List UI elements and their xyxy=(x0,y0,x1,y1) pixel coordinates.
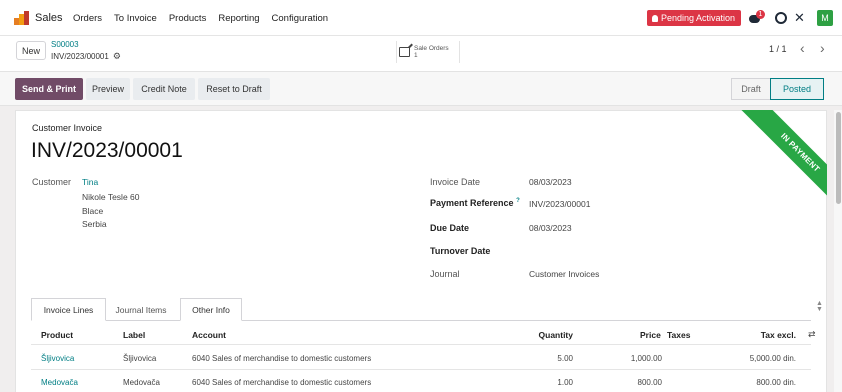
row2-account[interactable]: 6040 Sales of merchandise to domestic cu… xyxy=(192,378,371,387)
column-settings-icon[interactable]: ⇄ xyxy=(808,329,816,340)
menu-reporting[interactable]: Reporting xyxy=(218,13,259,24)
pager-next-icon[interactable]: › xyxy=(820,40,825,56)
customer-country: Serbia xyxy=(82,219,107,229)
sales-app-icon[interactable] xyxy=(14,11,30,25)
page-scrollbar-thumb[interactable] xyxy=(836,112,841,204)
app-name[interactable]: Sales xyxy=(35,12,63,24)
gear-icon[interactable]: ⚙ xyxy=(113,51,121,62)
notebook-tabs: Invoice Lines Journal Items Other Info xyxy=(31,298,242,321)
header-divider xyxy=(31,344,811,345)
row2-price[interactable]: 800.00 xyxy=(600,378,662,387)
pager-previous-icon[interactable]: ‹ xyxy=(800,40,805,56)
row2-quantity[interactable]: 1.00 xyxy=(520,378,573,387)
row1-price[interactable]: 1,000.00 xyxy=(600,354,662,363)
debug-tools-icon[interactable]: ✕ xyxy=(794,10,805,26)
invoice-date-value[interactable]: 08/03/2023 xyxy=(529,177,572,187)
col-quantity[interactable]: Quantity xyxy=(510,330,573,340)
row1-account[interactable]: 6040 Sales of merchandise to domestic cu… xyxy=(192,354,371,363)
new-button[interactable]: New xyxy=(16,41,46,60)
col-product[interactable]: Product xyxy=(41,330,73,340)
col-label[interactable]: Label xyxy=(123,330,145,340)
tab-other-info[interactable]: Other Info xyxy=(180,298,242,321)
tab-journal-items[interactable]: Journal Items xyxy=(106,298,176,321)
menu-orders[interactable]: Orders xyxy=(73,13,102,24)
send-print-button[interactable]: Send & Print xyxy=(15,78,83,100)
payment-reference-label-text: Payment Reference xyxy=(430,198,514,208)
payment-reference-value[interactable]: INV/2023/00001 xyxy=(529,199,590,209)
status-draft[interactable]: Draft xyxy=(731,78,771,100)
menu-products[interactable]: Products xyxy=(169,13,207,24)
row2-tax-excl: 800.00 din. xyxy=(756,378,796,387)
menu-to-invoice[interactable]: To Invoice xyxy=(114,13,157,24)
bell-icon xyxy=(652,14,658,22)
col-tax-excl[interactable]: Tax excl. xyxy=(730,330,796,340)
pager-value[interactable]: 1 / 1 xyxy=(769,44,787,54)
customer-street: Nikole Tesle 60 xyxy=(82,192,140,202)
customer-label: Customer xyxy=(32,177,72,187)
turnover-date-label: Turnover Date xyxy=(430,246,491,256)
journal-label: Journal xyxy=(430,269,460,279)
sale-orders-smart-button[interactable]: Sale Orders 1 xyxy=(396,41,460,63)
preview-button[interactable]: Preview xyxy=(86,78,130,100)
reset-to-draft-button[interactable]: Reset to Draft xyxy=(198,78,270,100)
due-date-label: Due Date xyxy=(430,223,470,233)
invoice-date-label: Invoice Date xyxy=(430,177,481,187)
chat-badge: 1 xyxy=(756,10,765,19)
col-account[interactable]: Account xyxy=(192,330,226,340)
payment-ribbon: IN PAYMENT xyxy=(717,110,827,220)
smart-button-count: 1 xyxy=(414,52,418,59)
breadcrumb-parent[interactable]: S00003 xyxy=(51,40,79,49)
row2-product[interactable]: Medovača xyxy=(41,378,78,387)
status-posted[interactable]: Posted xyxy=(770,78,824,100)
breadcrumb-current: INV/2023/00001 ⚙ xyxy=(51,51,121,62)
customer-city: Blace xyxy=(82,206,104,216)
menu-configuration[interactable]: Configuration xyxy=(272,13,329,24)
help-icon[interactable]: ? xyxy=(516,198,520,204)
customer-name[interactable]: Tina xyxy=(82,177,98,187)
smart-button-title: Sale Orders xyxy=(414,45,449,52)
tabs-scroll-icon[interactable]: ▲ ▼ xyxy=(816,300,823,313)
main-menu: Orders To Invoice Products Reporting Con… xyxy=(73,13,340,24)
row1-quantity[interactable]: 5.00 xyxy=(520,354,573,363)
clock-icon[interactable] xyxy=(775,12,787,24)
chat-icon[interactable]: 1 xyxy=(748,10,765,25)
invoice-number: INV/2023/00001 xyxy=(31,139,183,162)
status-bar: Draft Posted xyxy=(731,78,824,100)
pending-activation-label: Pending Activation xyxy=(661,13,736,23)
document-type: Customer Invoice xyxy=(32,123,103,133)
row1-tax-excl: 5,000.00 din. xyxy=(749,354,796,363)
user-avatar[interactable]: M xyxy=(817,10,833,26)
journal-value[interactable]: Customer Invoices xyxy=(529,269,599,279)
tab-invoice-lines[interactable]: Invoice Lines xyxy=(31,298,106,321)
col-taxes[interactable]: Taxes xyxy=(667,330,690,340)
breadcrumb-current-label: INV/2023/00001 xyxy=(51,52,109,61)
ribbon-label: IN PAYMENT xyxy=(739,110,827,214)
due-date-value[interactable]: 08/03/2023 xyxy=(529,223,572,233)
col-price[interactable]: Price xyxy=(640,330,661,340)
row-divider xyxy=(31,369,811,370)
top-navbar: Sales Orders To Invoice Products Reporti… xyxy=(0,0,842,36)
row1-label[interactable]: Šljivovica xyxy=(123,354,156,363)
payment-reference-label: Payment Reference ? xyxy=(430,198,520,208)
credit-note-button[interactable]: Credit Note xyxy=(133,78,195,100)
row2-label[interactable]: Medovača xyxy=(123,378,160,387)
pending-activation-button[interactable]: Pending Activation xyxy=(647,10,741,26)
edit-icon xyxy=(399,47,410,57)
row1-product[interactable]: Šljivovica xyxy=(41,354,74,363)
